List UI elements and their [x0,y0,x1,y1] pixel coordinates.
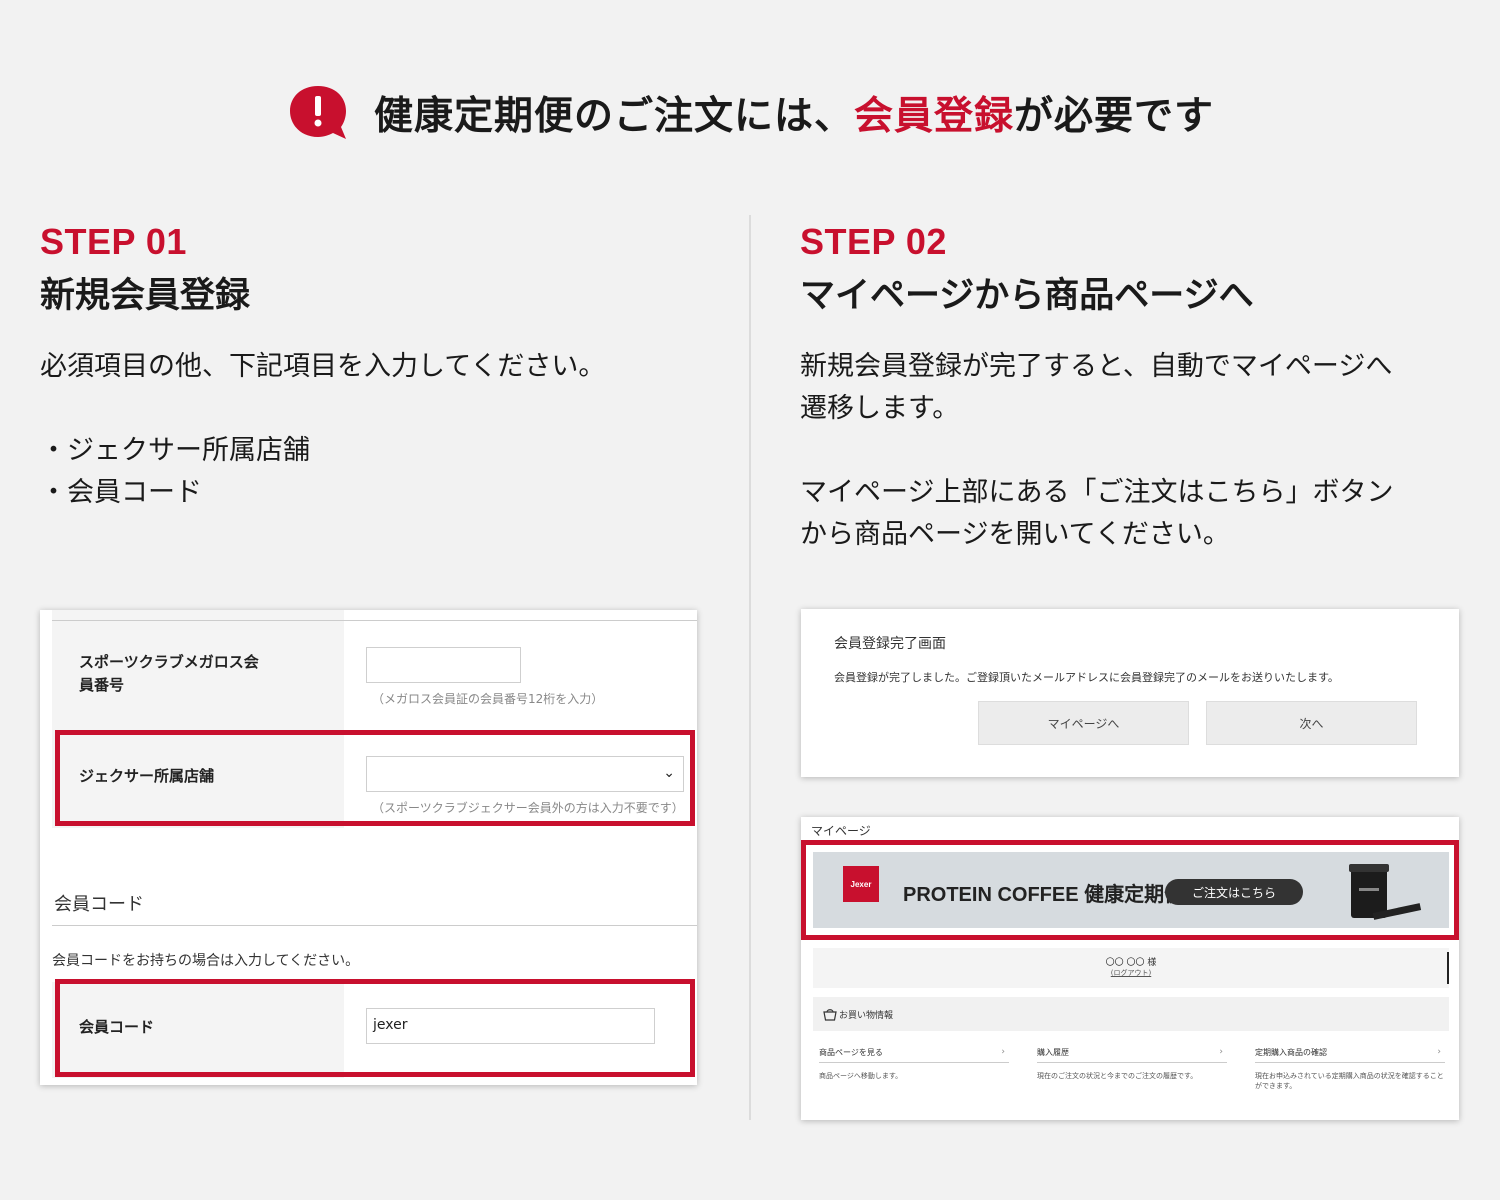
bullet-code: ・会員コード [40,477,202,508]
header-title: 健康定期便のご注文には、会員登録が必要です [373,94,1215,139]
megalos-hint: （メガロス会員証の会員番号12桁を入力） [372,692,604,706]
link-purchase-history[interactable]: 購入履歴 › 現在のご注文の状況と今までのご注文の履歴です。 [1037,1047,1227,1081]
store-highlight [55,730,695,826]
chevron-right-icon: › [1219,1047,1223,1057]
header-accent: 会員登録 [853,94,1014,139]
shopping-info-bar: お買い物情報 [813,997,1449,1031]
next-button[interactable]: 次へ [1206,701,1417,745]
mypage-label: マイページ [811,824,871,838]
bullet-store: ・ジェクサー所属店舗 [40,435,310,466]
user-name: 〇〇 〇〇 様 [1105,958,1157,968]
chevron-right-icon: › [1001,1047,1005,1057]
code-note: 会員コードをお持ちの場合は入力してください。 [52,953,360,969]
logout-link[interactable]: (ログアウト) [813,968,1449,978]
step1-label: STEP 01 [40,221,187,262]
complete-title: 会員登録完了画面 [834,636,946,652]
complete-message: 会員登録が完了しました。ご登録頂いたメールアドレスに会員登録完了のメールをお送り… [834,671,1339,684]
page-header: 健康定期便のご注文には、会員登録が必要です [0,78,1500,148]
registration-form-screenshot: スポーツクラブメガロス会 員番号 （メガロス会員証の会員番号12桁を入力） ジェ… [40,610,697,1085]
step1-title: 新規会員登録 [40,276,251,316]
code-section-title: 会員コード [54,894,144,915]
exclamation-bubble-icon [286,82,352,144]
step2-desc: 新規会員登録が完了すると、自動でマイページへ 遷移します。 マイページ上部にある… [800,351,1394,550]
chevron-right-icon: › [1437,1047,1441,1057]
link-subscription[interactable]: 定期購入商品の確認 › 現在お申込みされている定期購入商品の状況を確認することがで… [1255,1047,1445,1091]
code-highlight [55,979,695,1077]
megalos-number-input[interactable] [366,647,521,683]
registration-complete-screenshot: 会員登録完了画面 会員登録が完了しました。ご登録頂いたメールアドレスに会員登録完… [801,609,1459,777]
banner-highlight [801,840,1459,940]
column-divider [749,215,751,1120]
mypage-screenshot: マイページ Jexer PROTEIN COFFEE 健康定期便 ご注文はこちら… [801,817,1459,1120]
user-bar: 〇〇 〇〇 様 (ログアウト) [813,948,1449,988]
mypage-button[interactable]: マイページへ [978,701,1189,745]
link-product-page[interactable]: 商品ページを見る › 商品ページへ移動します。 [819,1047,1009,1081]
megalos-row: スポーツクラブメガロス会 員番号 （メガロス会員証の会員番号12桁を入力） [52,621,697,725]
step1-column: STEP 01 新規会員登録 必須項目の他、下記項目を入力してください。 ・ジェ… [40,220,720,514]
cart-icon [823,1007,837,1021]
step2-column: STEP 02 マイページから商品ページへ 新規会員登録が完了すると、自動でマイ… [800,220,1480,556]
step2-title: マイページから商品ページへ [800,276,1254,316]
step1-desc: 必須項目の他、下記項目を入力してください。 ・ジェクサー所属店舗 ・会員コード [40,346,720,514]
step2-label: STEP 02 [800,221,947,262]
